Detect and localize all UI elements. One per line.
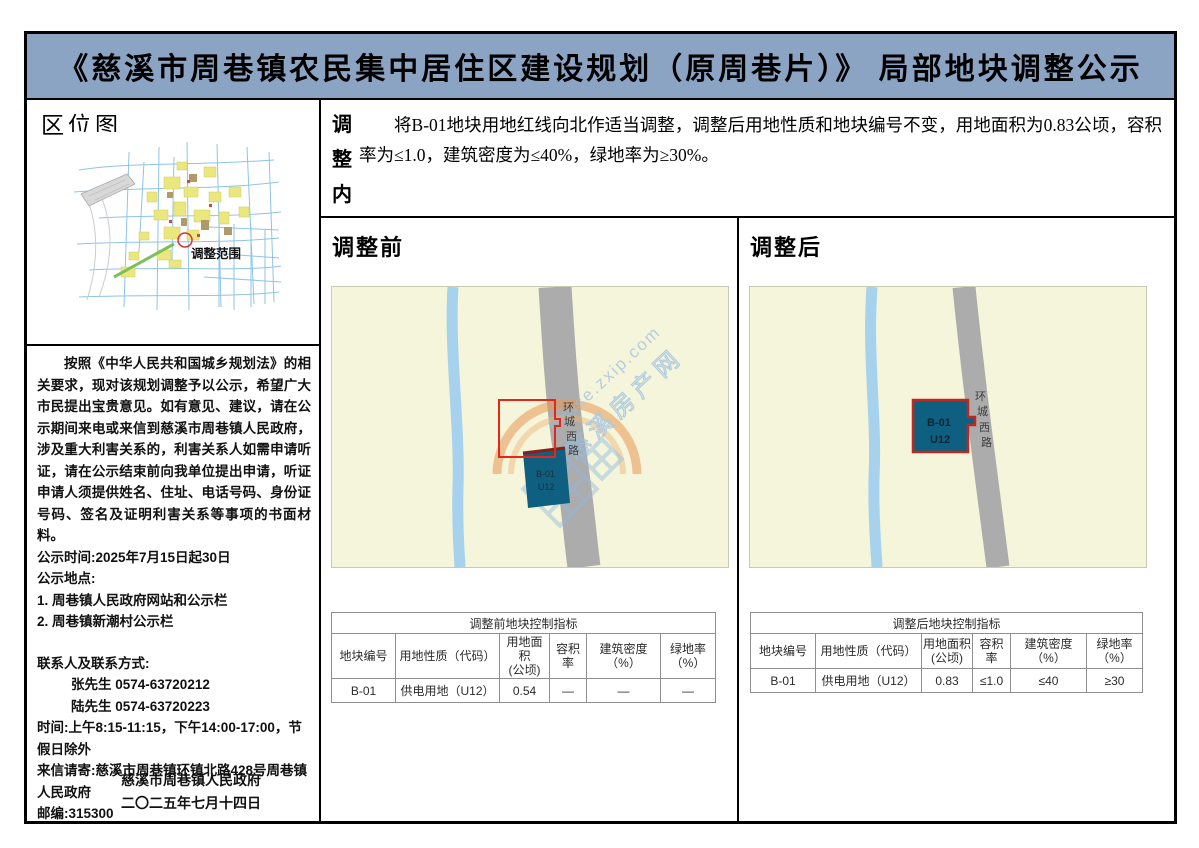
cell-green: ≥30	[1087, 669, 1143, 693]
place-label: 公示地点:	[37, 568, 311, 590]
signature-org: 慈溪市周巷镇人民政府	[67, 769, 315, 792]
col-header: 建筑密度（%）	[587, 634, 661, 679]
col-header: 绿地率（%）	[1087, 634, 1143, 669]
place-item: 1. 周巷镇人民政府网站和公示栏	[37, 590, 311, 612]
left-column: 区位图	[27, 100, 321, 821]
cell-area: 0.83	[922, 669, 973, 693]
minimap-background	[69, 132, 284, 312]
cell-area: 0.54	[500, 679, 550, 703]
col-header: 用地面积(公顷)	[922, 634, 973, 669]
table-row: B-01 供电用地（U12） 0.54 — — —	[332, 679, 716, 703]
parcel-after: B-01 U12	[913, 400, 975, 452]
svg-text:路: 路	[981, 436, 992, 449]
table-title: 调整后地块控制指标	[751, 613, 1143, 634]
svg-text:环: 环	[563, 402, 574, 414]
after-panel: 调整后 B-01 U12 环 城 西	[739, 218, 1174, 821]
before-map: house.zxip.com 慈溪房产网 B-01 U12	[331, 286, 729, 568]
table-title: 调整前地块控制指标	[332, 613, 716, 634]
col-header: 用地面积(公顷)	[500, 634, 550, 679]
notice-text-block: 按照《中华人民共和国城乡规划法》的相关要求，现对该规划调整予以公示，希望广大市民…	[27, 346, 319, 821]
svg-text:城: 城	[564, 415, 575, 428]
svg-text:环: 环	[975, 391, 986, 403]
after-title: 调整后	[750, 230, 822, 262]
location-map-panel: 区位图	[27, 100, 319, 346]
cell-plot-code: B-01	[332, 679, 396, 703]
svg-text:路: 路	[568, 444, 579, 457]
after-control-table: 调整后地块控制指标 地块编号 用地性质（代码） 用地面积(公顷) 容积率 建筑密…	[750, 612, 1143, 693]
place-item: 2. 周巷镇新潮村公示栏	[37, 611, 311, 633]
cell-land-use: 供电用地（U12）	[396, 679, 500, 703]
office-hours: 时间:上午8:15-11:15，下午14:00-17:00，节假日除外	[37, 717, 311, 760]
col-header: 绿地率（%）	[661, 634, 716, 679]
before-panel: 调整前	[321, 218, 739, 821]
col-header: 用地性质（代码）	[816, 634, 922, 669]
title-bar: 《慈溪市周巷镇农民集中居住区建设规划（原周巷片）》 局部地块调整公示	[27, 34, 1174, 100]
parcel-use-label: U12	[538, 482, 555, 492]
parcel-code-label: B-01	[536, 469, 555, 479]
notice-paragraph: 按照《中华人民共和国城乡规划法》的相关要求，现对该规划调整予以公示，希望广大市民…	[37, 353, 311, 547]
col-header: 地块编号	[751, 634, 816, 669]
col-header: 建筑密度（%）	[1011, 634, 1087, 669]
table-row: B-01 供电用地（U12） 0.83 ≤1.0 ≤40 ≥30	[751, 669, 1143, 693]
comparison-panels: 调整前	[321, 218, 1174, 821]
cell-far: —	[550, 679, 587, 703]
col-header: 容积率	[550, 634, 587, 679]
svg-text:西: 西	[566, 431, 577, 443]
before-title: 调整前	[332, 230, 404, 262]
river	[871, 287, 877, 567]
signature-block: 慈溪市周巷镇人民政府 二〇二五年七月十四日	[67, 769, 315, 815]
map-background	[332, 287, 728, 567]
contact-item: 张先生 0574-63720212	[37, 674, 311, 696]
cell-plot-code: B-01	[751, 669, 816, 693]
cell-far: ≤1.0	[973, 669, 1011, 693]
contact-item: 陆先生 0574-63720223	[37, 696, 311, 718]
svg-text:城: 城	[977, 405, 988, 418]
adjustment-section: 调 整 内 容 将B-01地块用地红线向北作适当调整，调整后用地性质和地块编号不…	[321, 100, 1174, 218]
before-map-svg: house.zxip.com 慈溪房产网 B-01 U12	[332, 287, 728, 567]
parcel-code-label: B-01	[927, 417, 951, 429]
parcel-use-label: U12	[930, 434, 950, 446]
adjustment-text: 将B-01地块用地红线向北作适当调整，调整后用地性质和地块编号不变，用地面积为0…	[359, 110, 1162, 170]
after-map-svg: B-01 U12 环 城 西 路	[750, 287, 1146, 567]
cell-density: —	[587, 679, 661, 703]
cell-land-use: 供电用地（U12）	[816, 669, 922, 693]
after-map: B-01 U12 环 城 西 路	[749, 286, 1147, 568]
contact-label: 联系人及联系方式:	[37, 653, 311, 675]
col-header: 地块编号	[332, 634, 396, 679]
notice-sheet: 《慈溪市周巷镇农民集中居住区建设规划（原周巷片）》 局部地块调整公示 区位图	[24, 31, 1177, 824]
before-control-table: 调整前地块控制指标 地块编号 用地性质（代码） 用地面积(公顷) 容积率 建筑密…	[331, 612, 716, 703]
signature-date: 二〇二五年七月十四日	[67, 792, 315, 815]
location-minimap: 调整范围	[69, 132, 284, 312]
page-title: 《慈溪市周巷镇农民集中居住区建设规划（原周巷片）》 局部地块调整公示	[58, 44, 1143, 88]
publicity-time: 公示时间:2025年7月15日起30日	[37, 547, 311, 569]
cell-density: ≤40	[1011, 669, 1087, 693]
col-header: 容积率	[973, 634, 1011, 669]
cell-green: —	[661, 679, 716, 703]
col-header: 用地性质（代码）	[396, 634, 500, 679]
adjust-range-label: 调整范围	[191, 246, 241, 261]
svg-text:西: 西	[979, 422, 990, 434]
